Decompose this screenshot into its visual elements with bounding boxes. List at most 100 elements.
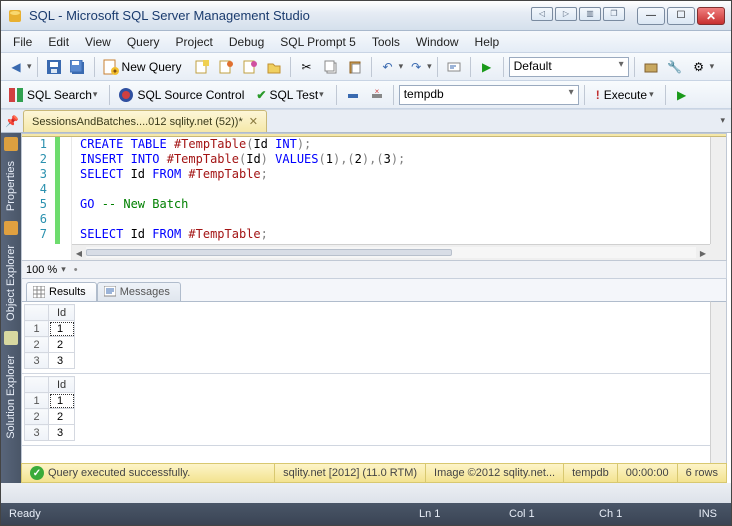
check-icon: ✔ (256, 88, 266, 102)
copy-button[interactable] (320, 56, 342, 78)
help-split-button[interactable]: ▥ (579, 7, 601, 21)
new-query-label: New Query (122, 60, 182, 74)
status-db: tempdb (564, 464, 618, 482)
scroll-thumb[interactable] (86, 249, 452, 256)
result-grid: Id112233 (24, 376, 75, 441)
help-restore-button[interactable]: ❐ (603, 7, 625, 21)
editor-horizontal-scrollbar[interactable]: ◀ ▶ (72, 244, 710, 260)
maximize-button[interactable]: ☐ (667, 7, 695, 25)
menu-help[interactable]: Help (467, 33, 508, 51)
execute-button[interactable]: ! Execute ▾ (590, 84, 660, 106)
status-ch: Ch 1 (593, 508, 683, 520)
table-row[interactable]: 33 (25, 353, 75, 369)
undo-button[interactable]: ↶ (377, 56, 399, 78)
properties-tab[interactable]: Properties (3, 155, 19, 217)
messages-icon (104, 286, 116, 298)
help-arrow-left-button[interactable]: ◁ (531, 7, 553, 21)
menu-project[interactable]: Project (168, 33, 221, 51)
back-button[interactable]: ◀ (5, 56, 27, 78)
title-bar: SQL - Microsoft SQL Server Management St… (1, 1, 731, 31)
table-row[interactable]: 33 (25, 425, 75, 441)
sql-source-label: SQL Source Control (137, 88, 244, 102)
toolbox-button[interactable] (640, 56, 662, 78)
status-ready: Ready (9, 508, 41, 520)
results-tab[interactable]: Results (26, 282, 97, 302)
new-item-1-button[interactable] (191, 56, 213, 78)
messages-tab-label: Messages (120, 286, 170, 298)
menu-tools[interactable]: Tools (364, 33, 408, 51)
result-grid: Id112233 (24, 304, 75, 369)
find-button[interactable] (443, 56, 465, 78)
status-col: Col 1 (503, 508, 593, 520)
tab-overflow-button[interactable]: ▾ (720, 115, 725, 126)
debug-button[interactable]: ▶ (671, 84, 693, 106)
properties-icon[interactable] (4, 137, 18, 151)
pin-icon[interactable]: 📌 (5, 115, 19, 128)
save-button[interactable] (43, 56, 65, 78)
scroll-left-icon[interactable]: ◀ (72, 247, 86, 259)
change-margin (55, 137, 60, 244)
save-all-button[interactable] (67, 56, 89, 78)
change-connection-button[interactable]: × (366, 84, 388, 106)
cut-button[interactable]: ✂ (296, 56, 318, 78)
editor-vertical-scrollbar[interactable] (710, 137, 726, 244)
table-row[interactable]: 22 (25, 409, 75, 425)
new-item-2-button[interactable] (215, 56, 237, 78)
sql-editor[interactable]: ⇕ 1234567 CREATE TABLE #TempTable(Id INT… (21, 133, 727, 261)
menu-window[interactable]: Window (408, 33, 467, 51)
zoom-bar: 100 % ▾ • (21, 261, 727, 279)
success-icon: ✓ (30, 466, 44, 480)
document-tab-close-icon[interactable]: ✕ (249, 115, 258, 128)
table-row[interactable]: 11 (25, 393, 75, 409)
new-query-button[interactable]: ✦ New Query (100, 56, 189, 78)
menu-view[interactable]: View (77, 33, 119, 51)
zoom-dropdown-icon[interactable]: ▾ (61, 264, 66, 275)
results-vertical-scrollbar[interactable] (710, 301, 726, 464)
object-explorer-tab[interactable]: Object Explorer (3, 239, 19, 327)
solution-explorer-icon[interactable] (4, 331, 18, 345)
query-status-message: Query executed successfully. (48, 467, 190, 479)
messages-tab[interactable]: Messages (97, 282, 181, 302)
status-time: 00:00:00 (618, 464, 678, 482)
left-tool-sidebar: Properties Object Explorer Solution Expl… (1, 133, 21, 483)
table-row[interactable]: 22 (25, 337, 75, 353)
document-tab-strip: 📌 SessionsAndBatches....012 sqlity.net (… (1, 109, 731, 133)
status-ins: INS (683, 508, 723, 520)
table-row[interactable]: 11 (25, 321, 75, 337)
menu-edit[interactable]: Edit (40, 33, 77, 51)
code-content[interactable]: CREATE TABLE #TempTable(Id INT);INSERT I… (76, 137, 710, 244)
start-debug-button[interactable]: ▶ (476, 56, 498, 78)
redgate-toolbar: SQL Search ▾ SQL Source Control ✔ SQL Te… (1, 81, 731, 109)
zoom-combo[interactable]: 100 % (26, 264, 57, 276)
menu-debug[interactable]: Debug (221, 33, 272, 51)
menu-query[interactable]: Query (119, 33, 168, 51)
help-arrow-right-button[interactable]: ▷ (555, 7, 577, 21)
object-explorer-icon[interactable] (4, 221, 18, 235)
scroll-corner (710, 244, 726, 260)
document-tab[interactable]: SessionsAndBatches....012 sqlity.net (52… (23, 110, 267, 132)
redo-button[interactable]: ↷ (405, 56, 427, 78)
database-combo[interactable]: tempdb (399, 85, 579, 105)
menu-sqlprompt[interactable]: SQL Prompt 5 (272, 33, 364, 51)
solution-config-combo[interactable]: Default (509, 57, 629, 77)
results-tab-label: Results (49, 286, 86, 298)
menu-file[interactable]: File (5, 33, 40, 51)
minimize-button[interactable]: — (637, 7, 665, 25)
line-number-gutter: 1234567 (22, 137, 72, 260)
sql-source-control-button[interactable]: SQL Source Control (115, 84, 251, 106)
results-pane: Results Messages Id112233 Id112233 (21, 279, 727, 465)
execute-label: Execute (604, 88, 647, 102)
sql-test-button[interactable]: ✔ SQL Test ▾ (253, 84, 330, 106)
open-button[interactable] (263, 56, 285, 78)
sql-search-label: SQL Search (27, 88, 92, 102)
wrench-icon-button[interactable]: 🔧 (664, 56, 686, 78)
connection-button[interactable] (342, 84, 364, 106)
close-button[interactable]: ✕ (697, 7, 725, 25)
gear-icon-button[interactable]: ⚙ (688, 56, 710, 78)
paste-button[interactable] (344, 56, 366, 78)
results-tab-strip: Results Messages (22, 279, 726, 301)
scroll-right-icon[interactable]: ▶ (696, 247, 710, 259)
sql-search-button[interactable]: SQL Search ▾ (5, 84, 104, 106)
new-item-3-button[interactable] (239, 56, 261, 78)
solution-explorer-tab[interactable]: Solution Explorer (3, 349, 19, 445)
